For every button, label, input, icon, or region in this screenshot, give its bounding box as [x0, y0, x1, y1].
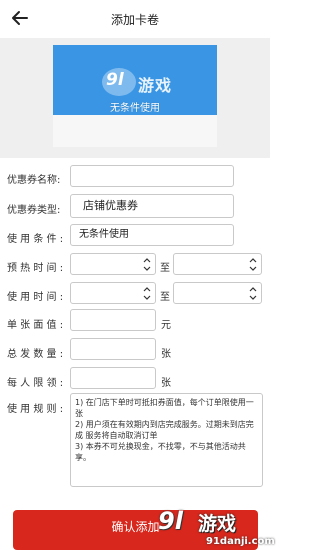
preheat-time-label: 预 热 时 间 :	[7, 263, 64, 274]
top-bar: 添加卡卷	[0, 0, 270, 38]
preheat-separator: 至	[160, 263, 170, 274]
use-time-label: 使 用 时 间 :	[7, 292, 64, 303]
card-preview-text: 无条件使用	[110, 103, 160, 114]
total-issued-label: 总 发 数 量 :	[7, 349, 64, 360]
coupon-type-select[interactable]: 店铺优惠券	[70, 194, 234, 218]
usage-rules-label: 使 用 规 则 :	[7, 404, 64, 415]
updown-arrow-icon	[249, 258, 257, 271]
usage-rules-textarea[interactable]: 1) 在门店下单时可抵扣券面值，每个订单限使用一张 2) 用户须在有效期内到店完…	[70, 393, 263, 487]
per-person-limit-label: 每 人 限 领 :	[7, 378, 64, 389]
updown-arrow-icon	[249, 287, 257, 300]
preheat-end-select[interactable]	[173, 253, 262, 275]
watermark-logo: 9l 游戏 91danji.com	[158, 507, 275, 547]
use-time-end-select[interactable]	[173, 282, 262, 304]
back-arrow-icon[interactable]	[10, 8, 30, 28]
usage-condition-label: 使 用 条 件 :	[7, 234, 64, 245]
per-person-limit-input[interactable]	[70, 367, 156, 389]
coupon-type-label: 优惠券类型:	[7, 205, 61, 216]
preheat-start-select[interactable]	[70, 253, 156, 275]
per-person-limit-unit: 张	[161, 378, 171, 389]
face-value-label: 单 张 面 值 :	[7, 320, 64, 331]
face-value-input[interactable]	[70, 309, 156, 331]
watermark-logo: 9l 游戏	[100, 66, 200, 98]
coupon-name-label: 优惠券名称:	[7, 175, 61, 186]
use-time-start-select[interactable]	[70, 282, 156, 304]
page-title: 添加卡卷	[110, 12, 159, 27]
total-issued-input[interactable]	[70, 338, 156, 360]
updown-arrow-icon	[143, 287, 151, 300]
total-issued-unit: 张	[161, 349, 171, 360]
updown-arrow-icon	[143, 258, 151, 271]
coupon-name-input[interactable]	[70, 165, 234, 187]
face-value-unit: 元	[161, 320, 171, 331]
usage-condition-select[interactable]: 无条件使用	[70, 224, 234, 246]
use-time-separator: 至	[160, 292, 170, 303]
